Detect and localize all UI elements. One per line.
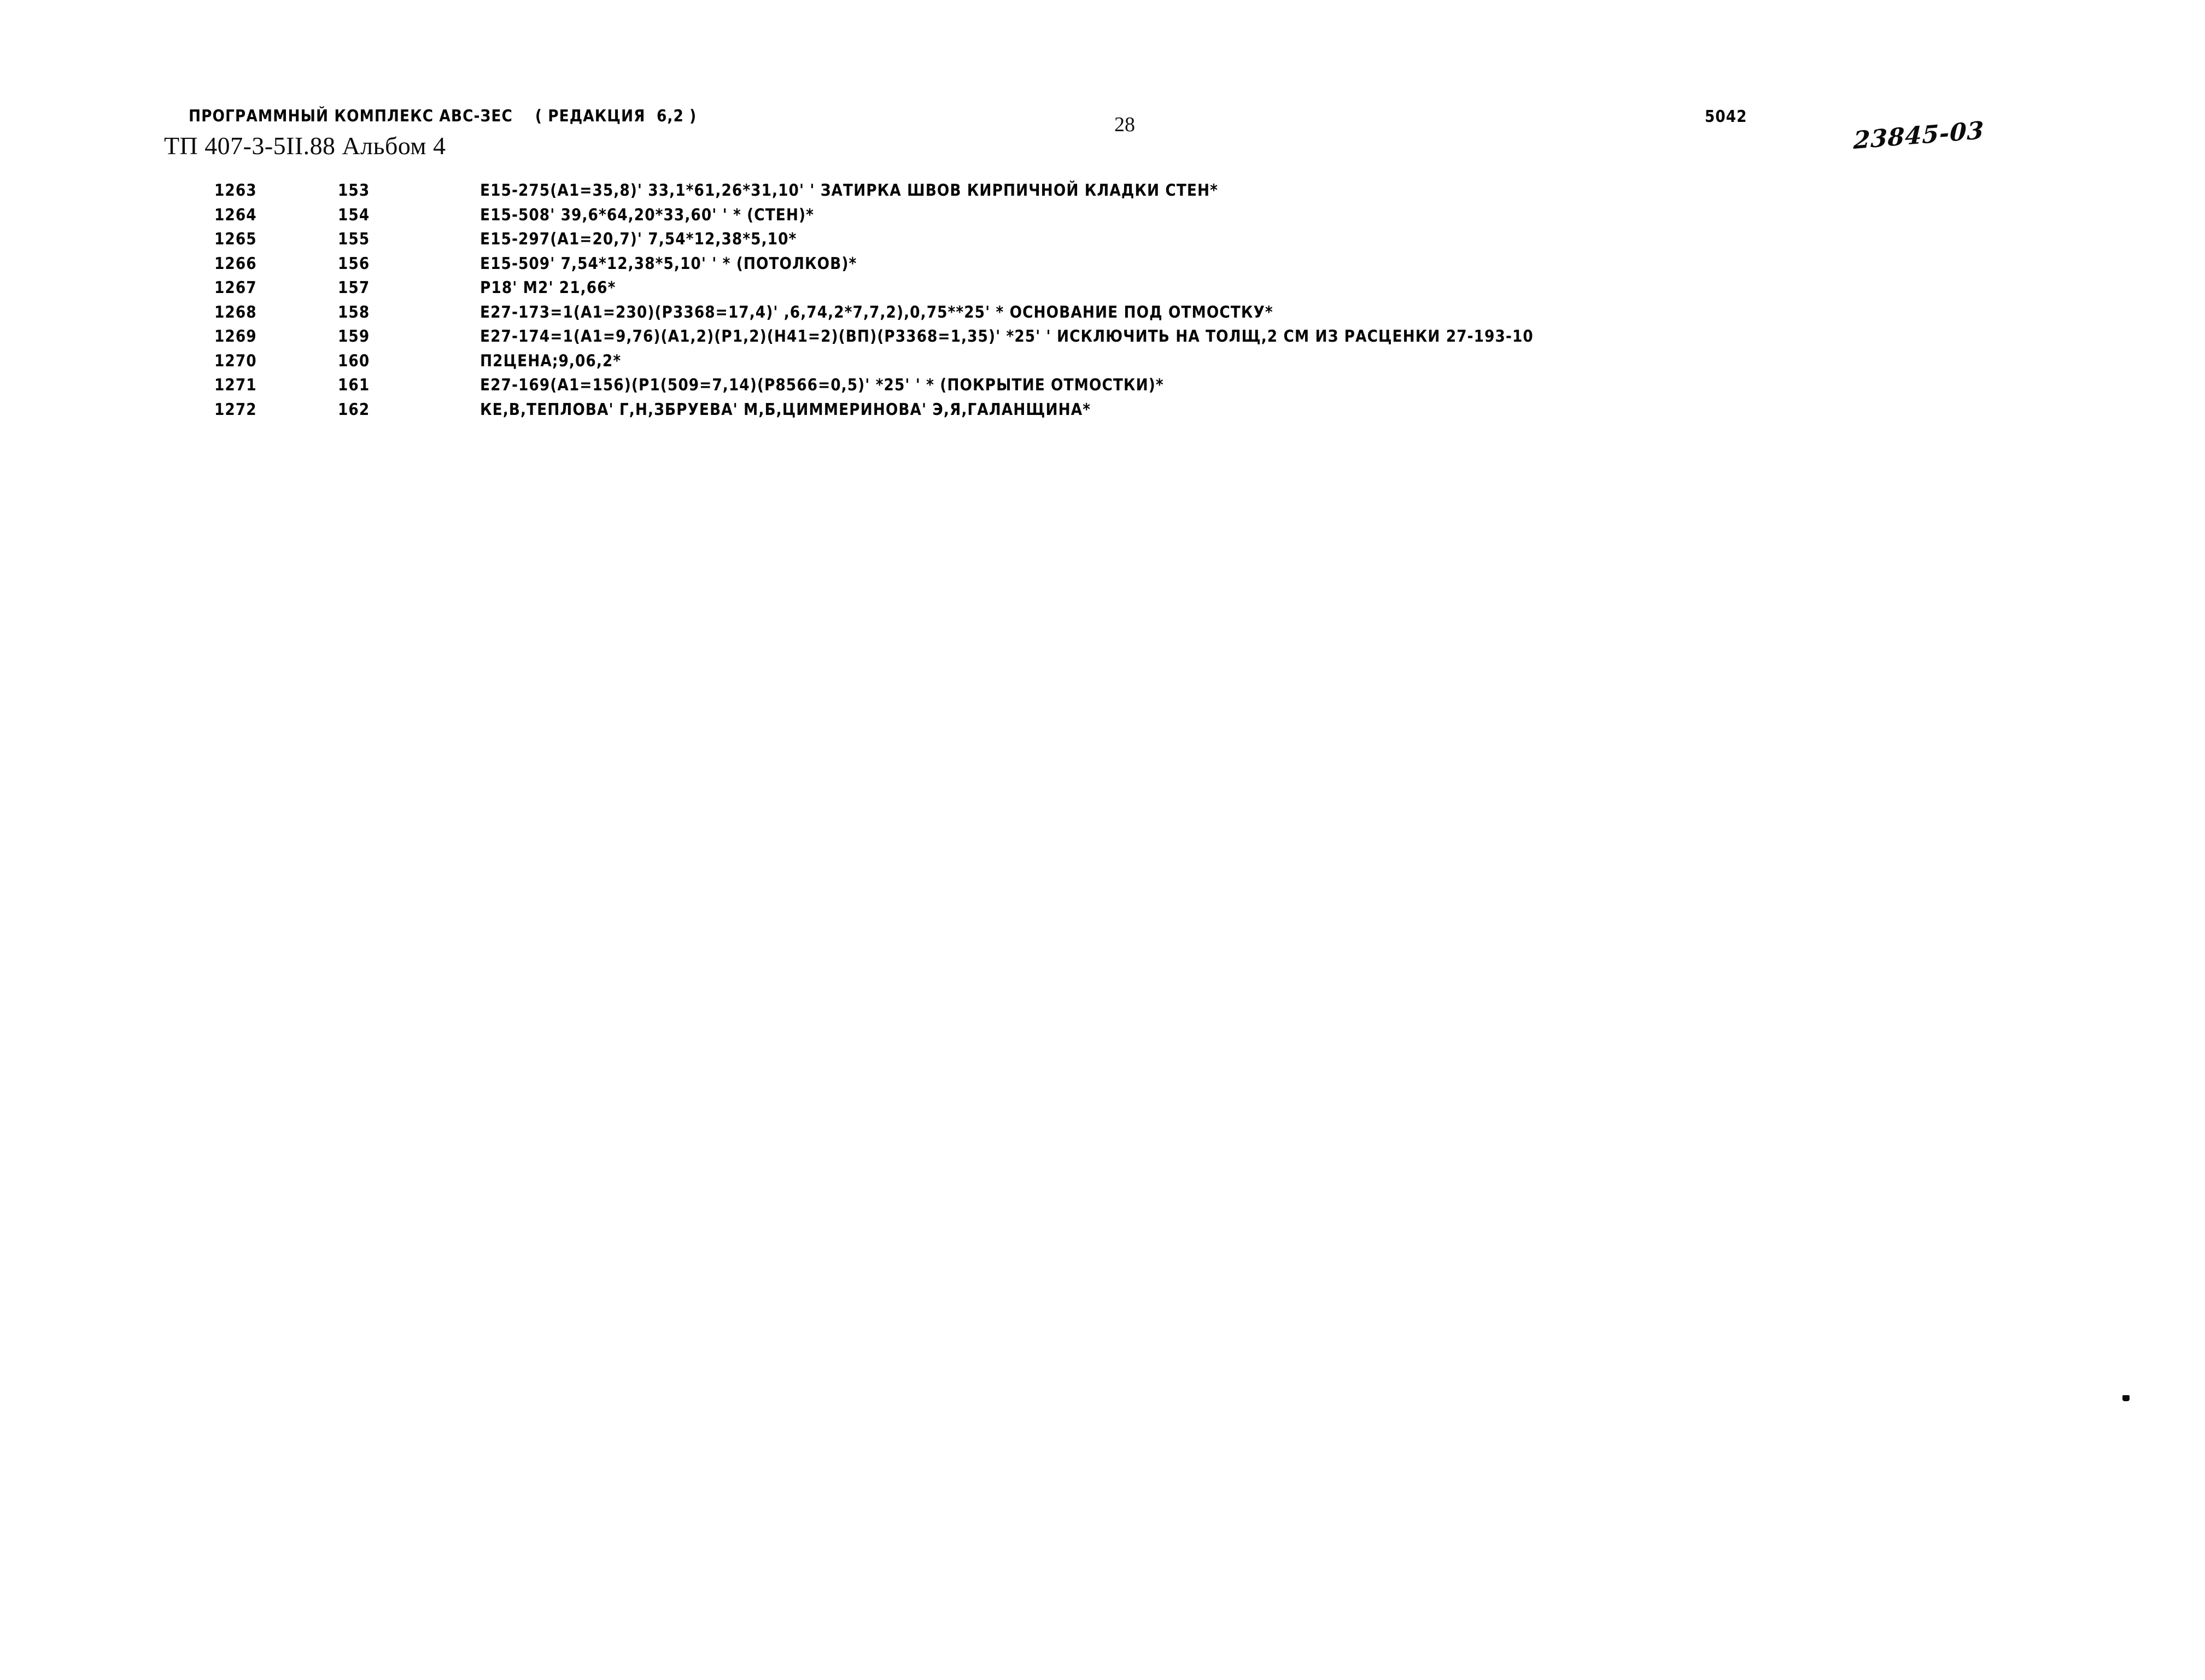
row-sequence-number: 1268 bbox=[214, 302, 257, 322]
row-sequence-number: 1266 bbox=[214, 254, 257, 273]
row-sequence-number: 1263 bbox=[214, 181, 257, 200]
row-code-text: E27-169(A1=156)(P1(509=7,14)(P8566=0,5)'… bbox=[480, 376, 1164, 395]
row-sequence-number: 1264 bbox=[214, 205, 257, 225]
listing-row: 1272 162 КЕ,В,ТЕПЛОВА' Г,Н,ЗБРУЕВА' М,Б,ЦИ… bbox=[0, 400, 2205, 425]
page-number: 28 bbox=[1114, 113, 1135, 136]
row-sequence-number: 1265 bbox=[214, 230, 257, 249]
row-index-number: 154 bbox=[338, 205, 370, 225]
row-code-text: E15-275(A1=35,8)' 33,1*61,26*31,10' ' ЗА… bbox=[480, 181, 1219, 200]
listing-row: 1269 159 E27-174=1(A1=9,76)(A1,2)(P1,2)(H4… bbox=[0, 327, 2205, 352]
listing-body: 1263 153 E15-275(A1=35,8)' 33,1*61,26*31,1… bbox=[0, 182, 2205, 425]
row-code-text: КЕ,В,ТЕПЛОВА' Г,Н,ЗБРУЕВА' М,Б,ЦИММЕРИНО… bbox=[480, 400, 1091, 419]
row-code-text: E15-509' 7,54*12,38*5,10' ' * (ПОТОЛКОВ)… bbox=[480, 254, 857, 273]
scanned-page: ПРОГРАММНЫЙ КОМПЛЕКС АВС-ЗЕС ( РЕДАКЦИЯ … bbox=[0, 0, 2205, 1680]
row-sequence-number: 1270 bbox=[214, 351, 257, 371]
row-code-text: П2ЦЕНА;9,06,2* bbox=[480, 351, 622, 371]
row-index-number: 156 bbox=[338, 254, 370, 273]
row-index-number: 158 bbox=[338, 302, 370, 322]
row-sequence-number: 1267 bbox=[214, 278, 257, 297]
row-code-text: E15-508' 39,6*64,20*33,60' ' * (СТЕН)* bbox=[480, 205, 814, 225]
listing-row: 1267 157 Р18' М2' 21,66* bbox=[0, 279, 2205, 303]
row-index-number: 153 bbox=[338, 181, 370, 200]
row-index-number: 160 bbox=[338, 351, 370, 371]
row-index-number: 162 bbox=[338, 400, 370, 419]
row-sequence-number: 1269 bbox=[214, 327, 257, 346]
listing-row: 1270 160 П2ЦЕНА;9,06,2* bbox=[0, 352, 2205, 377]
row-index-number: 155 bbox=[338, 230, 370, 249]
listing-row: 1263 153 E15-275(A1=35,8)' 33,1*61,26*31,1… bbox=[0, 182, 2205, 206]
row-code-text: E27-173=1(A1=230)(P3368=17,4)' ,6,74,2*7… bbox=[480, 302, 1273, 322]
row-index-number: 161 bbox=[338, 376, 370, 395]
row-sequence-number: 1271 bbox=[214, 376, 257, 395]
listing-row: 1266 156 E15-509' 7,54*12,38*5,10' ' * (ПО… bbox=[0, 254, 2205, 279]
album-designation: ТП 407-3-5II.88 Альбом 4 bbox=[164, 132, 446, 160]
row-code-text: E27-174=1(A1=9,76)(A1,2)(P1,2)(H41=2)(ВП… bbox=[480, 327, 1534, 346]
row-index-number: 159 bbox=[338, 327, 370, 346]
scan-speck bbox=[2122, 1395, 2130, 1401]
listing-row: 1268 158 E27-173=1(A1=230)(P3368=17,4)' ,6… bbox=[0, 303, 2205, 328]
listing-row: 1271 161 E27-169(A1=156)(P1(509=7,14)(P856… bbox=[0, 376, 2205, 401]
program-title-line: ПРОГРАММНЫЙ КОМПЛЕКС АВС-ЗЕС ( РЕДАКЦИЯ … bbox=[189, 107, 697, 126]
row-code-text: E15-297(A1=20,7)' 7,54*12,38*5,10* bbox=[480, 230, 797, 249]
right-code: 5042 bbox=[1705, 107, 1747, 126]
row-index-number: 157 bbox=[338, 278, 370, 297]
listing-row: 1265 155 E15-297(A1=20,7)' 7,54*12,38*5,10… bbox=[0, 230, 2205, 255]
listing-row: 1264 154 E15-508' 39,6*64,20*33,60' ' * (С… bbox=[0, 206, 2205, 231]
row-sequence-number: 1272 bbox=[214, 400, 257, 419]
row-code-text: Р18' М2' 21,66* bbox=[480, 278, 616, 297]
